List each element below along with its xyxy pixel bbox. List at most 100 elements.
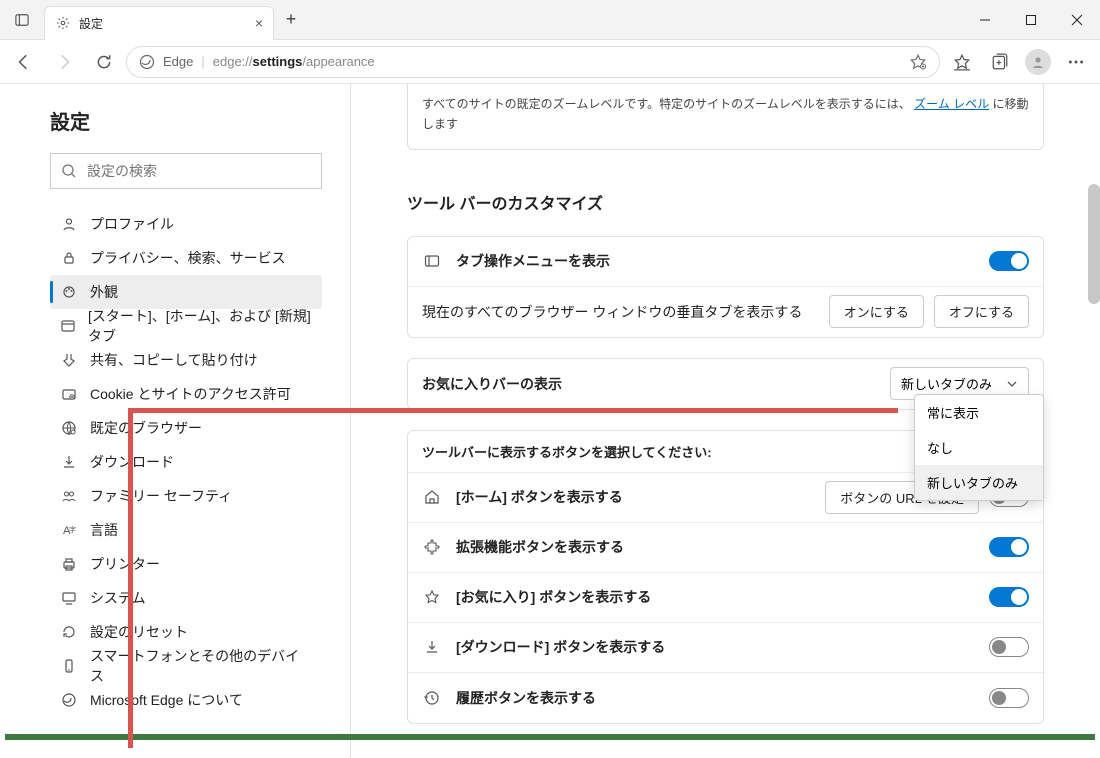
nav-icon (60, 556, 78, 572)
chevron-down-icon (1006, 378, 1018, 390)
annotation-line-horizontal (128, 408, 898, 413)
favorite-add-icon[interactable] (909, 53, 927, 71)
settings-sidebar: 設定 プロファイルプライバシー、検索、サービス外観 [スタート]、[ホーム]、およ… (0, 84, 350, 758)
sidebar-item-9[interactable]: A字言語 (50, 513, 322, 547)
download-icon (422, 639, 442, 655)
sidebar-item-label: システム (90, 588, 146, 608)
sidebar-item-0[interactable]: プロファイル (50, 207, 322, 241)
star-icon (422, 589, 442, 605)
nav-icon (60, 488, 78, 504)
zoom-level-link[interactable]: ズーム レベル (914, 97, 989, 111)
sidebar-item-3[interactable]: [スタート]、[ホーム]、および [新規] タブ (50, 309, 322, 343)
sidebar-item-label: スマートフォンとその他のデバイス (90, 646, 312, 686)
favorites-icon[interactable] (944, 44, 980, 80)
tab-actions-button[interactable] (0, 0, 44, 39)
sidebar-item-11[interactable]: システム (50, 581, 322, 615)
search-input[interactable] (87, 163, 311, 179)
sidebar-item-12[interactable]: 設定のリセット (50, 615, 322, 649)
row-extensions-button: 拡張機能ボタンを表示する (408, 523, 1043, 573)
dropdown-option-none[interactable]: なし (915, 430, 1043, 465)
section-title: ツール バーのカスタマイズ (407, 190, 1044, 214)
sidebar-item-label: ファミリー セーフティ (90, 486, 232, 506)
annotation-line-vertical (128, 408, 133, 748)
sidebar-item-5[interactable]: Cookie とサイトのアクセス許可 (50, 377, 322, 411)
nav-icon (60, 420, 78, 436)
more-menu-icon[interactable] (1058, 44, 1094, 80)
sidebar-item-label: 言語 (90, 520, 118, 540)
nav-icon (60, 352, 78, 368)
tab-icon (422, 253, 442, 269)
home-icon (422, 489, 442, 505)
nav-icon (60, 624, 78, 640)
row-tab-actions: タブ操作メニューを表示 (408, 237, 1043, 287)
toggle-favorites[interactable] (989, 587, 1029, 607)
collections-icon[interactable] (982, 44, 1018, 80)
nav-icon (60, 590, 78, 606)
sidebar-item-6[interactable]: 既定のブラウザー (50, 411, 322, 445)
row-downloads-button: [ダウンロード] ボタンを表示する (408, 623, 1043, 673)
annotation-line-bottom (5, 734, 1095, 740)
toggle-history[interactable] (989, 688, 1029, 708)
settings-content: すべてのサイトの既定のズームレベルです。特定のサイトのズームレベルを表示するには… (351, 84, 1100, 758)
toggle-extensions[interactable] (989, 537, 1029, 557)
url-product: Edge (163, 54, 193, 69)
sidebar-item-label: [スタート]、[ホーム]、および [新規] タブ (88, 306, 312, 346)
vertical-tabs-on-button[interactable]: オンにする (829, 295, 924, 328)
scrollbar[interactable] (1088, 84, 1100, 444)
nav-icon (60, 658, 78, 674)
sidebar-item-label: Cookie とサイトのアクセス許可 (90, 384, 291, 404)
history-icon (422, 690, 442, 706)
profile-avatar[interactable] (1020, 44, 1056, 80)
sidebar-item-2[interactable]: 外観 (50, 275, 322, 309)
sidebar-item-label: 外観 (90, 282, 118, 302)
puzzle-icon (422, 539, 442, 555)
row-history-button: 履歴ボタンを表示する (408, 673, 1043, 723)
nav-icon (60, 250, 78, 266)
refresh-button[interactable] (86, 44, 122, 80)
sidebar-item-label: 設定のリセット (90, 622, 188, 642)
sidebar-item-7[interactable]: ダウンロード (50, 445, 322, 479)
page-title: 設定 (50, 106, 322, 135)
tab-title: 設定 (79, 15, 103, 32)
toggle-tab-actions[interactable] (989, 251, 1029, 271)
browser-tab[interactable]: 設定 × (44, 6, 274, 40)
sidebar-item-14[interactable]: Microsoft Edge について (50, 683, 322, 717)
settings-search[interactable] (50, 153, 322, 189)
sidebar-item-10[interactable]: プリンター (50, 547, 322, 581)
row-vertical-tabs: 現在のすべてのブラウザー ウィンドウの垂直タブを表示する オンにする オフにする (408, 287, 1043, 337)
zoom-note-card: すべてのサイトの既定のズームレベルです。特定のサイトのズームレベルを表示するには… (407, 84, 1044, 150)
vertical-tabs-off-button[interactable]: オフにする (934, 295, 1029, 328)
nav-icon (60, 692, 78, 708)
dropdown-option-newtab[interactable]: 新しいタブのみ (915, 465, 1043, 500)
sidebar-item-label: プリンター (90, 554, 160, 574)
sidebar-item-label: プライバシー、検索、サービス (90, 248, 286, 268)
sidebar-item-13[interactable]: スマートフォンとその他のデバイス (50, 649, 322, 683)
back-button[interactable] (6, 44, 42, 80)
sidebar-item-label: プロファイル (90, 214, 174, 234)
minimize-button[interactable] (962, 0, 1008, 40)
row-favorites-button: [お気に入り] ボタンを表示する (408, 573, 1043, 623)
sidebar-item-8[interactable]: ファミリー セーフティ (50, 479, 322, 513)
maximize-button[interactable] (1008, 0, 1054, 40)
nav-icon (60, 386, 78, 402)
close-icon[interactable]: × (255, 15, 263, 31)
forward-button[interactable] (46, 44, 82, 80)
nav-icon (60, 216, 78, 232)
search-icon (61, 163, 77, 179)
edge-logo-icon (139, 54, 155, 70)
sidebar-item-label: Microsoft Edge について (90, 690, 243, 710)
nav-icon: A字 (60, 522, 78, 538)
sidebar-item-label: 共有、コピーして貼り付け (90, 350, 258, 370)
address-bar[interactable]: Edge | edge://settings/appearance (126, 46, 940, 78)
gear-icon (55, 15, 71, 31)
dropdown-option-always[interactable]: 常に表示 (915, 395, 1043, 430)
sidebar-item-label: 既定のブラウザー (90, 418, 202, 438)
sidebar-item-1[interactable]: プライバシー、検索、サービス (50, 241, 322, 275)
nav-icon (60, 318, 76, 334)
toggle-downloads[interactable] (989, 637, 1029, 657)
close-window-button[interactable] (1054, 0, 1100, 40)
window-titlebar: 設定 × + (0, 0, 1100, 40)
sidebar-item-4[interactable]: 共有、コピーして貼り付け (50, 343, 322, 377)
svg-text:字: 字 (69, 525, 76, 534)
new-tab-button[interactable]: + (274, 9, 308, 30)
